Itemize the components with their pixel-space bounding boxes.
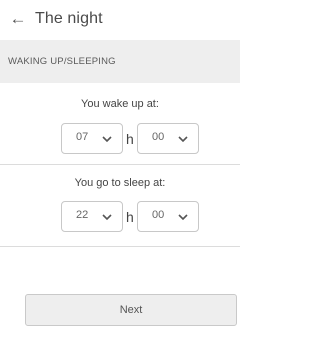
sleep-question: You go to sleep at: — [74, 177, 166, 189]
sleep-minute-value: 00 — [152, 209, 165, 221]
page-title: The night — [35, 10, 103, 27]
section-label: WAKING UP/SLEEPING — [8, 56, 116, 67]
chevron-down-icon — [102, 136, 112, 143]
wake-hour-select[interactable]: 07 — [61, 123, 123, 154]
sleep-minute-select[interactable]: 00 — [137, 201, 199, 232]
arrow-left-icon[interactable]: ← — [8, 9, 28, 29]
wake-question: You wake up at: — [81, 98, 159, 110]
divider — [0, 164, 240, 165]
next-button[interactable]: Next — [25, 294, 237, 326]
sleep-h-separator: h — [126, 209, 134, 225]
wake-minute-select[interactable]: 00 — [137, 123, 199, 154]
chevron-down-icon — [178, 214, 188, 221]
chevron-down-icon — [178, 136, 188, 143]
app-header: ← The night — [0, 0, 240, 40]
sleep-hour-value: 22 — [76, 209, 89, 221]
chevron-down-icon — [102, 214, 112, 221]
wake-minute-value: 00 — [152, 131, 165, 143]
divider — [0, 246, 240, 247]
section-header: WAKING UP/SLEEPING — [0, 40, 240, 83]
sleep-hour-select[interactable]: 22 — [61, 201, 123, 232]
wake-h-separator: h — [126, 131, 134, 147]
wake-hour-value: 07 — [76, 131, 89, 143]
